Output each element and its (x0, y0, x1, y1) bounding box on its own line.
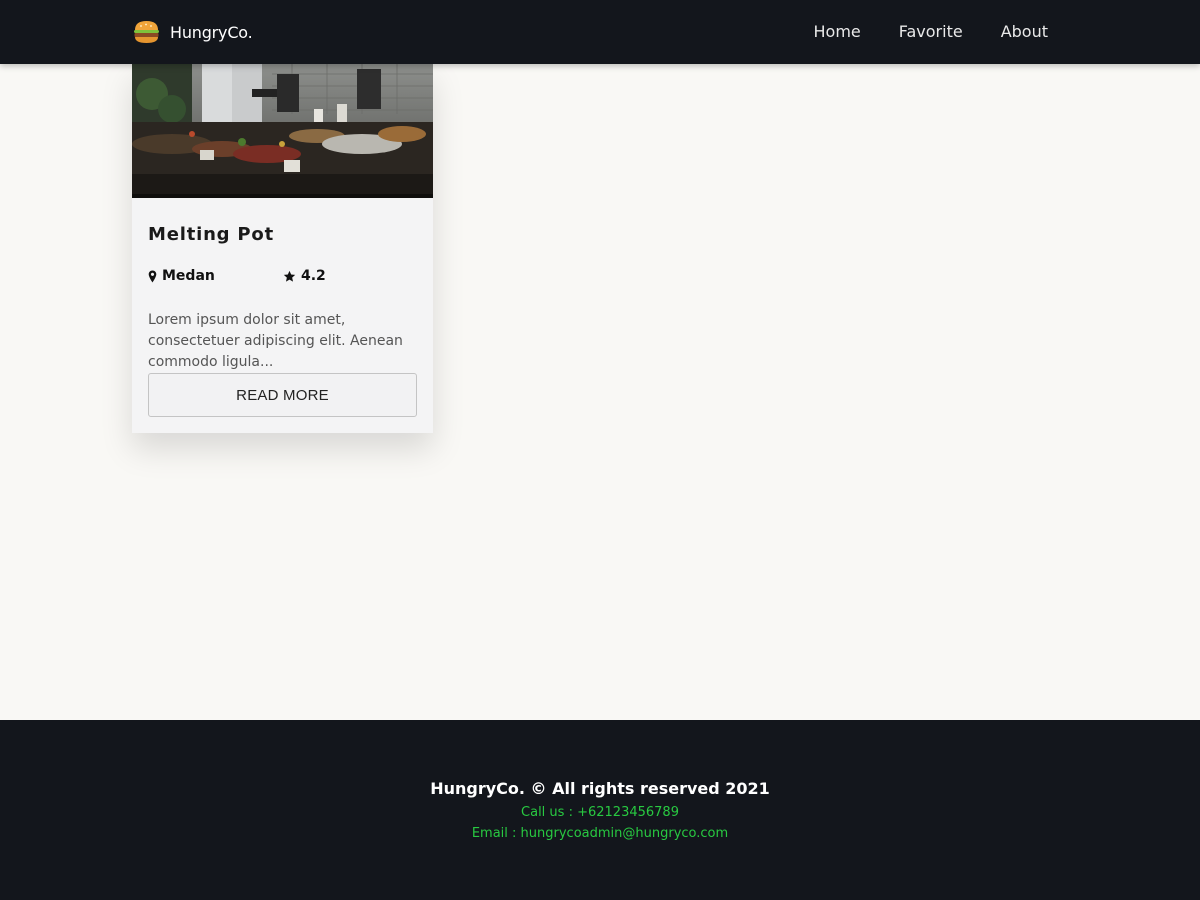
brand-link[interactable]: HungryCo. (133, 19, 253, 45)
footer-copyright: HungryCo. © All rights reserved 2021 (430, 779, 770, 798)
restaurant-card: Melting Pot Medan 4.2 Lorem ipsum dolor … (132, 64, 433, 433)
restaurant-description: Lorem ipsum dolor sit amet, consectetuer… (148, 312, 403, 370)
main-nav: Home Favorite About (814, 20, 1049, 44)
map-pin-icon (148, 270, 157, 282)
burger-icon (134, 21, 159, 43)
rating-text: 4.2 (301, 268, 326, 284)
star-icon (283, 270, 296, 282)
brand-name: HungryCo. (170, 22, 253, 42)
footer-email: Email : hungrycoadmin@hungryco.com (471, 826, 729, 841)
nav-favorite-link[interactable]: Favorite (899, 20, 963, 44)
location-text: Medan (162, 268, 215, 284)
restaurant-location: Medan (148, 268, 215, 284)
restaurant-meta: Medan 4.2 (148, 268, 417, 288)
restaurant-image (132, 64, 433, 198)
read-more-button[interactable]: READ MORE (148, 373, 417, 417)
nav-about-link[interactable]: About (1001, 20, 1048, 44)
top-navbar: HungryCo. Home Favorite About (0, 0, 1200, 64)
page-footer: HungryCo. © All rights reserved 2021 Cal… (0, 720, 1200, 900)
restaurant-name: Melting Pot (148, 224, 274, 245)
nav-home-link[interactable]: Home (814, 20, 861, 44)
card-body: Melting Pot Medan 4.2 Lorem ipsum dolor … (148, 224, 417, 370)
restaurant-rating: 4.2 (283, 268, 326, 284)
footer-phone: Call us : +62123456789 (521, 805, 679, 820)
